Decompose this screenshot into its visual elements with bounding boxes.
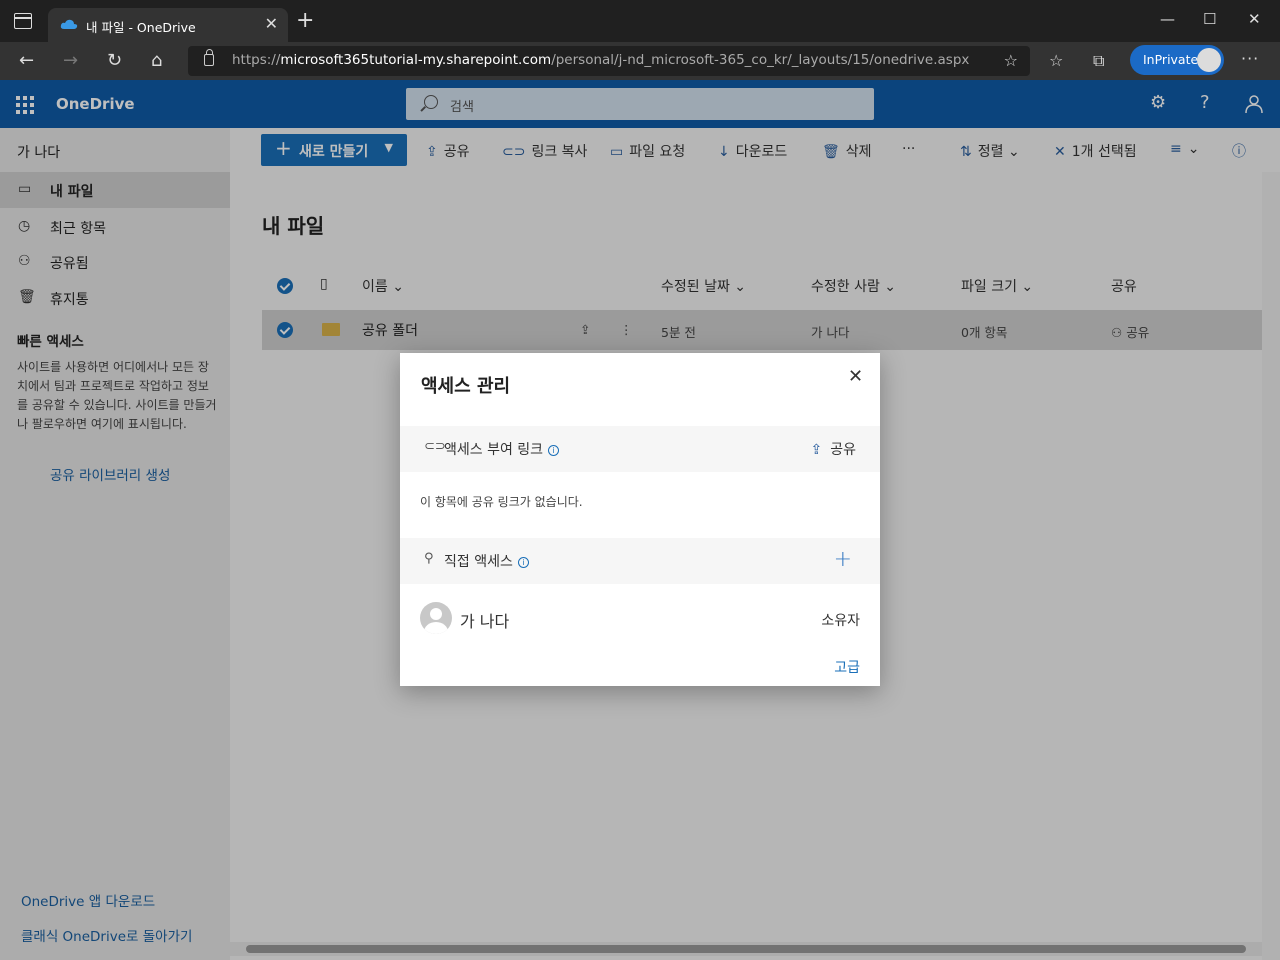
tab-close-icon[interactable]: ✕ <box>265 14 278 33</box>
collections-icon[interactable]: ⧉ <box>1093 51 1104 71</box>
avatar <box>420 602 452 634</box>
forward-icon[interactable]: → <box>63 50 78 71</box>
refresh-icon[interactable]: ↻ <box>107 50 122 71</box>
tab-actions-icon[interactable] <box>14 13 32 29</box>
direct-access-header: ⚲ 직접 액세스 i + <box>400 538 880 584</box>
address-bar[interactable]: https://microsoft365tutorial-my.sharepoi… <box>188 46 1030 76</box>
browser-menu-icon[interactable]: ··· <box>1241 49 1259 68</box>
person-icon: ⚲ <box>424 551 434 566</box>
minimize-icon[interactable]: — <box>1160 10 1175 28</box>
person-role[interactable]: 소유자 <box>821 610 860 630</box>
url-text: https://microsoft365tutorial-my.sharepoi… <box>232 52 970 68</box>
advanced-link[interactable]: 고급 <box>834 657 860 677</box>
no-links-message: 이 항목에 공유 링크가 없습니다. <box>420 495 583 509</box>
close-icon[interactable]: ✕ <box>848 366 863 387</box>
share-button[interactable]: ⇪ 공유 <box>811 439 857 459</box>
person-name: 가 나다 <box>460 612 510 631</box>
dialog-title: 액세스 관리 <box>421 376 511 397</box>
window-close-icon[interactable]: ✕ <box>1248 10 1261 28</box>
lock-icon[interactable] <box>204 49 214 66</box>
manage-access-dialog: 액세스 관리 ✕ ⊂⊃ 액세스 부여 링크 i ⇪ 공유 이 항목에 공유 링크가 … <box>400 353 880 686</box>
maximize-icon[interactable]: ☐ <box>1203 10 1216 28</box>
browser-tab-bar: 내 파일 - OneDrive ✕ + — ☐ ✕ <box>0 0 1280 42</box>
add-favorite-icon[interactable]: ☆ <box>1004 51 1018 70</box>
favorites-icon[interactable]: ☆ <box>1049 51 1063 70</box>
new-tab-icon[interactable]: + <box>296 10 314 32</box>
inprivate-label: InPrivate <box>1143 52 1199 67</box>
direct-access-label: 직접 액세스 i <box>444 551 529 571</box>
share-icon: ⇪ <box>810 442 823 458</box>
inprivate-button[interactable]: InPrivate <box>1130 45 1224 75</box>
link-icon: ⊂⊃ <box>424 439 446 454</box>
add-person-icon[interactable]: + <box>834 547 852 572</box>
links-section-label: 액세스 부여 링크 i <box>444 439 560 459</box>
onedrive-cloud-icon <box>60 19 78 29</box>
info-icon[interactable]: i <box>548 445 560 456</box>
browser-toolbar: ← → ↻ ⌂ https://microsoft365tutorial-my.… <box>0 42 1280 80</box>
home-icon[interactable]: ⌂ <box>151 50 162 71</box>
back-icon[interactable]: ← <box>19 50 34 71</box>
info-icon[interactable]: i <box>517 557 529 568</box>
links-section-header: ⊂⊃ 액세스 부여 링크 i ⇪ 공유 <box>400 426 880 472</box>
browser-tab[interactable]: 내 파일 - OneDrive ✕ <box>48 8 288 42</box>
tab-title: 내 파일 - OneDrive <box>86 20 196 35</box>
profile-avatar <box>1197 48 1221 72</box>
